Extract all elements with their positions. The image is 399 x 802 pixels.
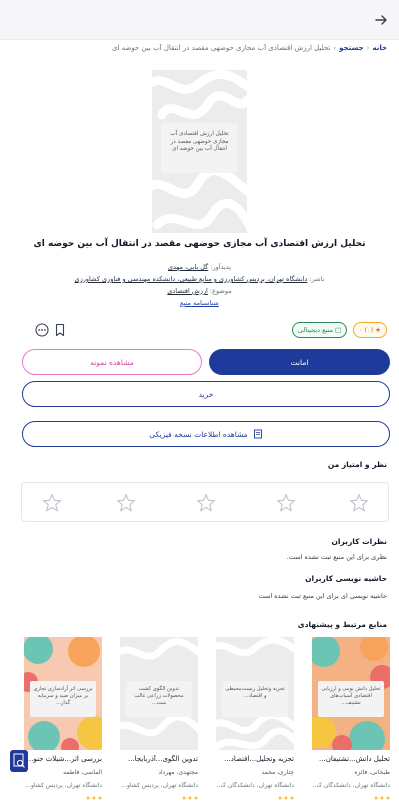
- my-rating-stars: [21, 482, 389, 522]
- star-icon[interactable]: [196, 493, 216, 513]
- breadcrumb-home[interactable]: خانه: [372, 44, 387, 52]
- related-cover: بررسی اثر آزادسازی تجاری بر میزان صید و …: [24, 637, 102, 750]
- related-cover-title: تحلیل دانش بومی و ارزیابی اقتصادی آسیاب‌…: [318, 681, 384, 717]
- related-item[interactable]: تجزیه وتحلیل زیست‌محیطی و اقتصاد... تجزی…: [216, 637, 294, 802]
- physical-copy-button[interactable]: مشاهده اطلاعات نسخه فیزیکی: [22, 421, 390, 447]
- chevron-left-icon: ‹: [366, 44, 370, 52]
- star-icon[interactable]: [42, 493, 62, 513]
- arrow-right-icon[interactable]: [373, 12, 389, 28]
- meta-identity: شناسنامه منبع: [14, 299, 385, 307]
- related-author: طبخانی، فائزه: [354, 769, 390, 776]
- related-item[interactable]: تحلیل دانش بومی و ارزیابی اقتصادی آسیاب‌…: [312, 637, 390, 802]
- view-sample-button[interactable]: مشاهده نمونه: [22, 349, 202, 375]
- physical-book-icon: [253, 429, 262, 439]
- top-bar: [0, 0, 399, 40]
- loan-button[interactable]: امانت: [209, 349, 390, 375]
- book-cover[interactable]: تحلیل ارزش اقتصادی آب مجازی حوضهی مقصد د…: [152, 70, 247, 233]
- related-cover: تحلیل دانش بومی و ارزیابی اقتصادی آسیاب‌…: [312, 637, 390, 750]
- related-title-text: تحلیل دانش...تشتیفان...: [319, 755, 390, 763]
- creator-link[interactable]: گل بابی، مهدی: [168, 263, 208, 271]
- rating-dots: [278, 796, 294, 800]
- annotations-empty: حاشیه نویسی ای برای این منبع ثبت نشده اس…: [258, 592, 387, 600]
- comments-title: نظرات کاربران: [331, 537, 387, 546]
- related-author: چتاری، محمد: [261, 769, 295, 776]
- star-icon[interactable]: [116, 493, 136, 513]
- chevron-left-icon: ‹: [333, 44, 337, 52]
- meta-publisher: ناشر: دانشگاه تهران، پردیس کشاورزی و منا…: [74, 275, 325, 283]
- rating-badge[interactable]: ★ (۰) ۰: [353, 322, 387, 338]
- book-detail-page: خانه‹جستجو‹تحلیل ارزش اقتصادی آب مجازی ح…: [0, 0, 399, 802]
- breadcrumb-search[interactable]: جستجو: [339, 44, 363, 52]
- related-university: دانشگاه تهران، دانشکدگان ک...: [216, 782, 294, 789]
- bookmark-icon[interactable]: [52, 322, 68, 338]
- related-university: دانشگاه تهران، دانشکدگان ک...: [312, 782, 390, 789]
- meta-subject: موضوع: ارزش اقتصادی: [167, 287, 232, 295]
- meta-creator: پدیدآور: گل بابی، مهدی: [167, 263, 232, 271]
- related-university: دانشگاه تهران، پردیس کشاو...: [25, 782, 102, 789]
- floating-search-button[interactable]: [10, 750, 28, 772]
- related-item[interactable]: بررسی اثر آزادسازی تجاری بر میزان صید و …: [24, 637, 102, 802]
- related-cover-title: بررسی اثر آزادسازی تجاری بر میزان صید و …: [30, 681, 96, 717]
- digital-badge: □ منبع دیجیتالی: [292, 322, 347, 338]
- breadcrumb-current: تحلیل ارزش اقتصادی آب مجازی حوضهی مقصد د…: [111, 44, 331, 52]
- identity-link[interactable]: شناسنامه منبع: [180, 299, 219, 307]
- related-cover-title: تدوین الگوی کشت محصولات زراعی غالب مبت..…: [126, 681, 192, 717]
- related-cover: تدوین الگوی کشت محصولات زراعی غالب مبت..…: [120, 637, 198, 750]
- star-icon[interactable]: [276, 493, 296, 513]
- star-icon[interactable]: [349, 493, 369, 513]
- rating-section-title: نظر و امتیاز من: [327, 460, 387, 469]
- related-title-text: تجزیه وتحلیل...اقتصاد...: [224, 755, 294, 763]
- action-row: ★ (۰) ۰ □ منبع دیجیتالی: [12, 320, 387, 340]
- annotations-title: حاشیه نویسی کاربران: [305, 574, 387, 583]
- star-icon: ★: [375, 326, 381, 334]
- related-title-text: بررسی اثر...شیلات جنو...: [26, 755, 102, 763]
- related-title-text: تدوین الگوی...آذربایجا...: [127, 755, 198, 763]
- related-item[interactable]: تدوین الگوی کشت محصولات زراعی غالب مبت..…: [120, 637, 198, 802]
- cover-title: تحلیل ارزش اقتصادی آب مجازی حوضهی مقصد د…: [161, 123, 238, 173]
- breadcrumb: خانه‹جستجو‹تحلیل ارزش اقتصادی آب مجازی ح…: [12, 44, 387, 52]
- rating-dots: [374, 796, 390, 800]
- related-author: الماسی، فاطمه: [63, 769, 102, 776]
- rating-dots: [86, 796, 102, 800]
- more-options-icon[interactable]: [34, 322, 50, 338]
- related-cover-title: تجزیه وتحلیل زیست‌محیطی و اقتصاد...: [222, 681, 288, 717]
- comments-empty: نظری برای این منبع ثبت نشده است.: [286, 553, 387, 561]
- related-university: دانشگاه تهران، پردیس کشاو...: [121, 782, 198, 789]
- rating-dots: [182, 796, 198, 800]
- subject-link[interactable]: ارزش اقتصادی: [167, 287, 208, 295]
- document-search-icon: [13, 753, 25, 768]
- related-author: مجتهدی، مهرداد: [158, 769, 198, 776]
- book-title: تحلیل ارزش اقتصادی آب مجازی حوضهی مقصد د…: [33, 239, 366, 249]
- related-title: منابع مرتبط و پیشنهادی: [297, 620, 387, 629]
- buy-button[interactable]: خرید: [22, 381, 390, 407]
- publisher-link[interactable]: دانشگاه تهران، پردیس کشاورزی و منابع طبی…: [75, 275, 308, 283]
- related-cover: تجزیه وتحلیل زیست‌محیطی و اقتصاد...: [216, 637, 294, 750]
- document-icon: □: [335, 326, 342, 334]
